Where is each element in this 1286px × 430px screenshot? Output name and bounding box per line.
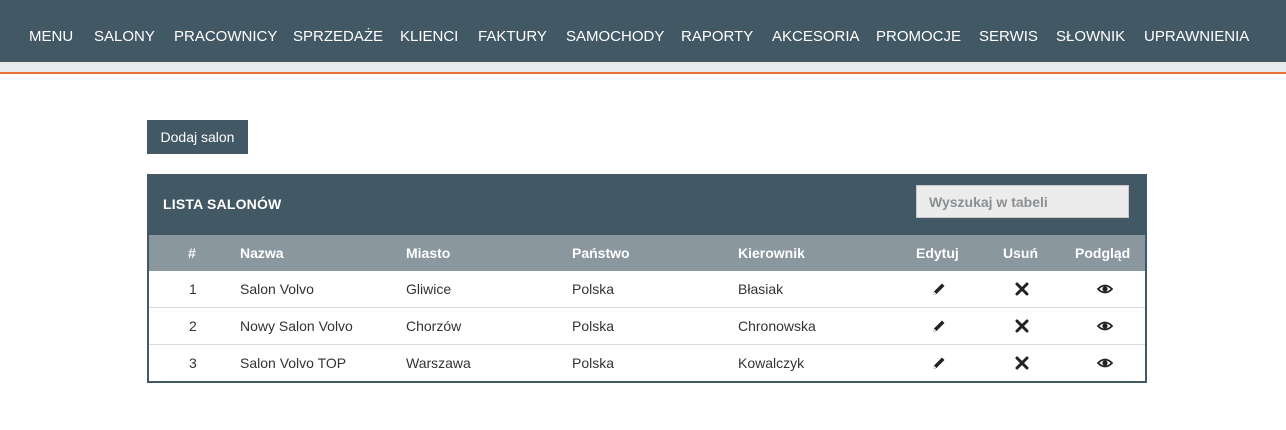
cell-manager: Błasiak xyxy=(738,281,784,297)
nav-item-uprawnienia[interactable]: UPRAWNIENIA xyxy=(1144,0,1249,62)
nav-item-raporty[interactable]: RAPORTY xyxy=(681,0,753,62)
cell-manager: Kowalczyk xyxy=(738,355,805,371)
nav-item-salony[interactable]: SALONY xyxy=(94,0,155,62)
cell-name: Salon Volvo xyxy=(240,281,314,297)
cell-country: Polska xyxy=(572,281,615,297)
cell-city: Chorzów xyxy=(406,318,462,334)
cell-number: 2 xyxy=(189,318,197,334)
nav-item-samochody[interactable]: SAMOCHODY xyxy=(566,0,664,62)
pencil-icon[interactable] xyxy=(931,318,947,334)
cell-manager: Chronowska xyxy=(738,318,816,334)
close-icon[interactable] xyxy=(1014,355,1030,371)
cell-city: Warszawa xyxy=(406,355,471,371)
column-header-edit: Edytuj xyxy=(916,245,959,261)
column-header-manager: Kierownik xyxy=(738,245,805,261)
nav-item-akcesoria[interactable]: AKCESORIA xyxy=(772,0,860,62)
column-header-view: Podgląd xyxy=(1075,245,1131,261)
table-row: 2 Nowy Salon Volvo Chorzów Polska Chrono… xyxy=(149,308,1145,345)
table-row: 3 Salon Volvo TOP Warszawa Polska Kowalc… xyxy=(149,345,1145,382)
cell-name: Salon Volvo TOP xyxy=(240,355,347,371)
add-salon-button[interactable]: Dodaj salon xyxy=(147,120,248,154)
cell-city: Gliwice xyxy=(406,281,452,297)
nav-item-serwis[interactable]: SERWIS xyxy=(979,0,1038,62)
eye-icon[interactable] xyxy=(1097,318,1113,334)
column-header-country: Państwo xyxy=(572,245,630,261)
column-header-delete: Usuń xyxy=(1003,245,1038,261)
salons-panel: LISTA SALONÓW # Nazwa Miasto Państwo Kie… xyxy=(147,174,1147,383)
panel-header: LISTA SALONÓW xyxy=(147,174,1147,235)
pencil-icon[interactable] xyxy=(931,355,947,371)
eye-icon[interactable] xyxy=(1097,281,1113,297)
eye-icon[interactable] xyxy=(1097,355,1113,371)
column-header-name: Nazwa xyxy=(240,245,284,261)
cell-number: 3 xyxy=(189,355,197,371)
nav-subbar xyxy=(0,62,1286,72)
table-search-input[interactable] xyxy=(916,185,1129,218)
table-row: 1 Salon Volvo Gliwice Polska Błasiak xyxy=(149,271,1145,308)
cell-country: Polska xyxy=(572,318,615,334)
table-header: # Nazwa Miasto Państwo Kierownik Edytuj … xyxy=(149,235,1145,271)
cell-name: Nowy Salon Volvo xyxy=(240,318,353,334)
cell-number: 1 xyxy=(189,281,197,297)
column-header-city: Miasto xyxy=(406,245,451,261)
nav-item-sprzedaze[interactable]: SPRZEDAŻE xyxy=(293,0,383,62)
nav-item-promocje[interactable]: PROMOCJE xyxy=(876,0,961,62)
nav-item-faktury[interactable]: FAKTURY xyxy=(478,0,547,62)
close-icon[interactable] xyxy=(1014,281,1030,297)
nav-item-menu[interactable]: MENU xyxy=(29,0,73,62)
cell-country: Polska xyxy=(572,355,615,371)
top-navigation: MENU SALONY PRACOWNICY SPRZEDAŻE KLIENCI… xyxy=(0,0,1286,62)
nav-item-klienci[interactable]: KLIENCI xyxy=(400,0,458,62)
close-icon[interactable] xyxy=(1014,318,1030,334)
pencil-icon[interactable] xyxy=(931,281,947,297)
nav-item-slownik[interactable]: SŁOWNIK xyxy=(1056,0,1125,62)
nav-item-pracownicy[interactable]: PRACOWNICY xyxy=(174,0,277,62)
accent-divider xyxy=(0,72,1286,74)
panel-title: LISTA SALONÓW xyxy=(163,196,282,212)
column-header-number: # xyxy=(188,245,196,261)
